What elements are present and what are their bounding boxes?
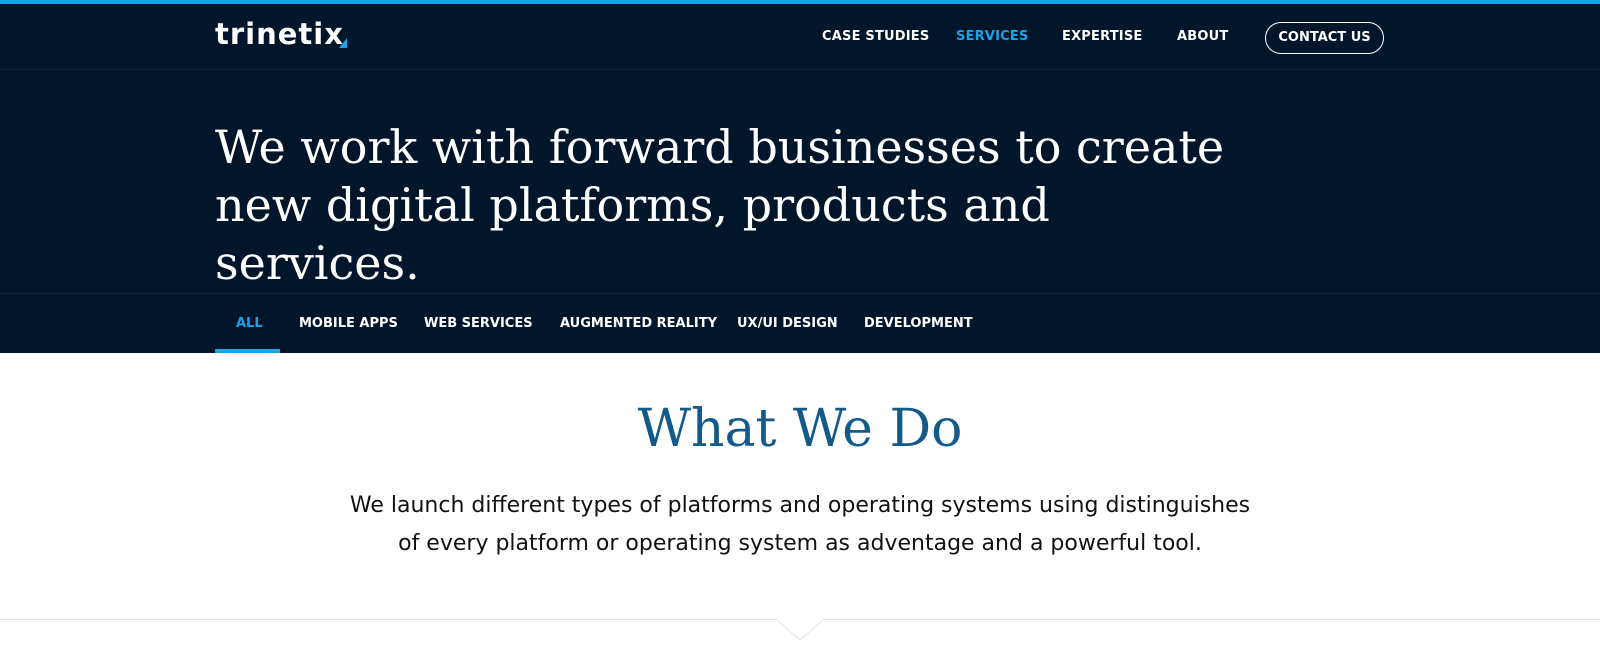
page: trinetix CASE STUDIES SERVICES EXPERTISE…: [0, 0, 1600, 658]
filter-all[interactable]: ALL: [236, 294, 263, 353]
filter-ux-ui-design[interactable]: UX/UI DESIGN: [737, 294, 838, 353]
section-description: We launch different types of platforms a…: [349, 493, 1251, 556]
contact-us-button[interactable]: CONTACT US: [1265, 22, 1384, 54]
service-filter-bar: ALL MOBILE APPS WEB SERVICES AUGMENTED R…: [0, 293, 1600, 353]
nav-case-studies[interactable]: CASE STUDIES: [822, 4, 929, 70]
hero-title: We work with forward businesses to creat…: [215, 120, 1225, 290]
nav-expertise[interactable]: EXPERTISE: [1062, 4, 1143, 70]
filter-development[interactable]: DEVELOPMENT: [864, 294, 973, 353]
filter-augmented-reality[interactable]: AUGMENTED REALITY: [560, 294, 717, 353]
section-title: What We Do: [637, 399, 963, 459]
nav-about[interactable]: ABOUT: [1177, 4, 1228, 70]
filter-mobile-apps[interactable]: MOBILE APPS: [299, 294, 398, 353]
site-header: trinetix CASE STUDIES SERVICES EXPERTISE…: [0, 4, 1600, 70]
hero-section: We work with forward businesses to creat…: [0, 70, 1600, 293]
filter-web-services[interactable]: WEB SERVICES: [424, 294, 533, 353]
nav-services[interactable]: SERVICES: [956, 4, 1029, 70]
chevron-down-icon: [776, 618, 824, 640]
